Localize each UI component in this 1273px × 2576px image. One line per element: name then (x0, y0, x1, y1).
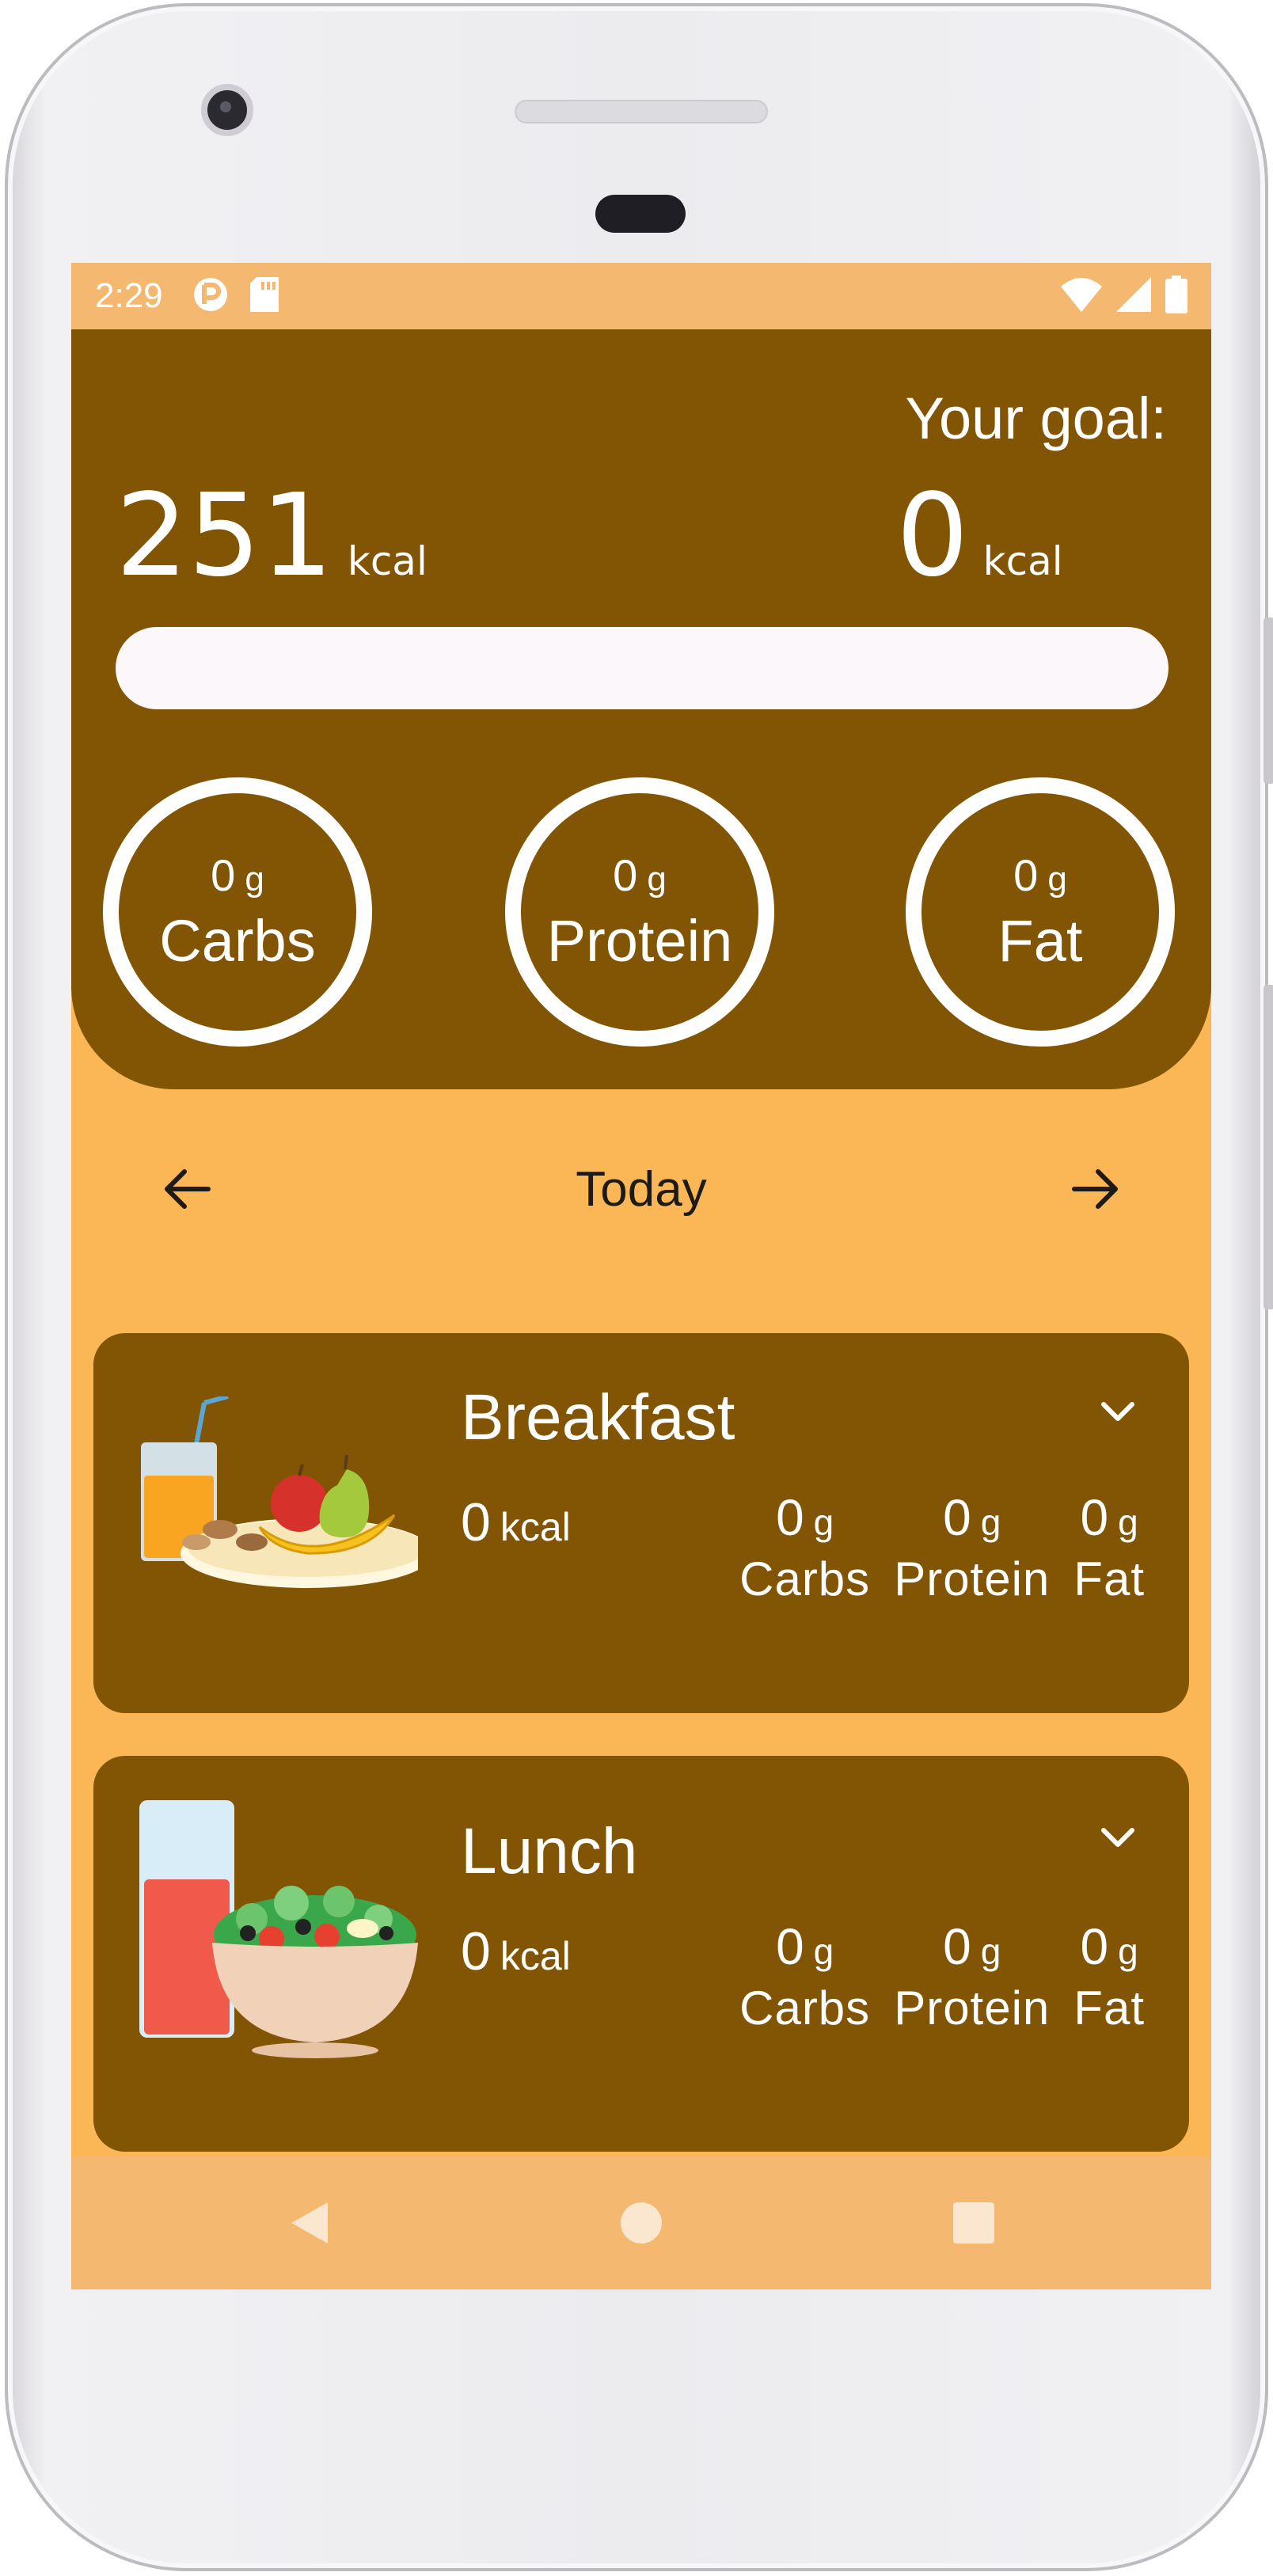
expand-lunch-button[interactable] (1086, 1807, 1150, 1870)
lunch-protein-value: 0 (943, 1918, 971, 1975)
carbs-value: 0 (211, 850, 236, 900)
app-notification-icon (192, 275, 230, 317)
back-button[interactable] (273, 2187, 344, 2259)
daily-summary-card: Your goal: 251 kcal 0 kcal 0g Carbs 0g Pro… (71, 329, 1211, 1089)
carbs-ring: 0g Carbs (103, 777, 372, 1047)
breakfast-kcal-value: 0 (461, 1492, 491, 1552)
next-day-button[interactable] (1061, 1153, 1132, 1225)
breakfast-fat: 0g Fat (1074, 1488, 1145, 1606)
wifi-icon (1061, 277, 1102, 316)
meal-card-breakfast[interactable]: Breakfast 0 kcal 0g Carbs 0g Protein 0g F… (93, 1333, 1189, 1713)
recents-button[interactable] (938, 2187, 1009, 2259)
goal-label: Your goal: (905, 386, 1167, 451)
breakfast-kcal-unit: kcal (500, 1505, 571, 1549)
lunch-carbs-unit: g (813, 1931, 834, 1972)
lunch-kcal-value: 0 (461, 1921, 491, 1981)
meal-macros-breakfast: 0g Carbs 0g Protein 0g Fat (739, 1488, 1145, 1606)
lunch-protein-label: Protein (894, 1981, 1051, 2035)
protein-unit: g (647, 860, 667, 899)
lunch-fat: 0g Fat (1074, 1917, 1145, 2035)
lunch-kcal-unit: kcal (500, 1934, 571, 1978)
breakfast-protein: 0g Protein (894, 1488, 1050, 1606)
carbs-unit: g (245, 860, 264, 899)
current-date-label: Today (576, 1161, 707, 1217)
breakfast-fat-value: 0 (1080, 1489, 1109, 1546)
chevron-down-icon (1101, 1402, 1134, 1421)
consumed-kcal-unit: kcal (347, 538, 428, 584)
proximity-sensor (595, 195, 686, 233)
protein-label: Protein (546, 908, 733, 974)
consumed-kcal: 251 kcal (116, 478, 428, 592)
system-navigation-bar (71, 2156, 1211, 2289)
status-time: 2:29 (95, 276, 163, 315)
status-bar: 2:29 (71, 263, 1211, 329)
phone-frame: 2:29 Your goal: 251 kcal 0 kcal 0 g Carb… (5, 3, 1273, 2571)
fat-ring: 0g Fat (906, 777, 1175, 1047)
goal-kcal-unit: kcal (982, 538, 1063, 584)
power-button (1264, 617, 1273, 784)
lunch-fat-label: Fat (1074, 1981, 1145, 2035)
breakfast-illustration-icon (141, 1396, 418, 1588)
lunch-fat-unit: g (1118, 1931, 1138, 1972)
breakfast-carbs: 0g Carbs (739, 1488, 870, 1606)
meal-kcal-lunch: 0 kcal (461, 1921, 571, 1982)
meal-macros-lunch: 0g Carbs 0g Protein 0g Fat (739, 1917, 1145, 2035)
home-circle-icon (621, 2202, 662, 2244)
chevron-down-icon (1101, 1828, 1134, 1847)
protein-value: 0 (613, 850, 638, 900)
fat-label: Fat (998, 908, 1083, 974)
lunch-protein-unit: g (980, 1931, 1001, 1972)
lunch-carbs-label: Carbs (739, 1981, 871, 2035)
consumed-kcal-value: 251 (116, 469, 333, 602)
breakfast-protein-unit: g (980, 1502, 1001, 1543)
volume-button (1264, 985, 1273, 1309)
breakfast-fat-unit: g (1118, 1502, 1138, 1543)
meal-title-lunch: Lunch (461, 1815, 638, 1887)
arrow-left-icon (165, 1169, 211, 1209)
breakfast-carbs-label: Carbs (739, 1552, 871, 1605)
expand-breakfast-button[interactable] (1086, 1381, 1150, 1444)
meal-card-lunch[interactable]: Lunch 0 kcal 0g Carbs 0g Protein 0g Fat (93, 1756, 1189, 2152)
front-camera (201, 84, 253, 136)
lunch-illustration-icon (139, 1800, 418, 2058)
breakfast-protein-value: 0 (943, 1489, 971, 1546)
battery-icon (1165, 275, 1188, 317)
breakfast-protein-label: Protein (894, 1552, 1051, 1605)
app-screen: 2:29 Your goal: 251 kcal 0 kcal 0 g Carb… (71, 263, 1211, 2289)
lunch-fat-value: 0 (1080, 1918, 1109, 1975)
lunch-protein: 0g Protein (894, 1917, 1050, 2035)
recents-square-icon (953, 2202, 994, 2244)
previous-day-button[interactable] (150, 1153, 222, 1225)
breakfast-carbs-value: 0 (776, 1489, 804, 1546)
goal-kcal: 0 kcal (896, 478, 1063, 592)
protein-ring: 0g Protein (505, 777, 774, 1047)
goal-kcal-value: 0 (896, 469, 969, 602)
lunch-carbs: 0g Carbs (739, 1917, 870, 2035)
carbs-label: Carbs (159, 908, 316, 974)
date-navigation: Today (71, 1118, 1211, 1260)
back-triangle-icon (291, 2202, 328, 2244)
calorie-progress-bar (116, 627, 1168, 709)
fat-value: 0 (1013, 850, 1039, 900)
sd-card-icon (249, 276, 279, 316)
meal-title-breakfast: Breakfast (461, 1381, 735, 1453)
arrow-right-icon (1071, 1169, 1118, 1209)
home-button[interactable] (606, 2187, 677, 2259)
breakfast-carbs-unit: g (813, 1502, 834, 1543)
earpiece-speaker (515, 100, 768, 123)
meal-kcal-breakfast: 0 kcal (461, 1491, 571, 1553)
lunch-carbs-value: 0 (776, 1918, 804, 1975)
signal-icon (1116, 276, 1151, 316)
breakfast-fat-label: Fat (1074, 1552, 1145, 1605)
fat-unit: g (1047, 860, 1067, 899)
